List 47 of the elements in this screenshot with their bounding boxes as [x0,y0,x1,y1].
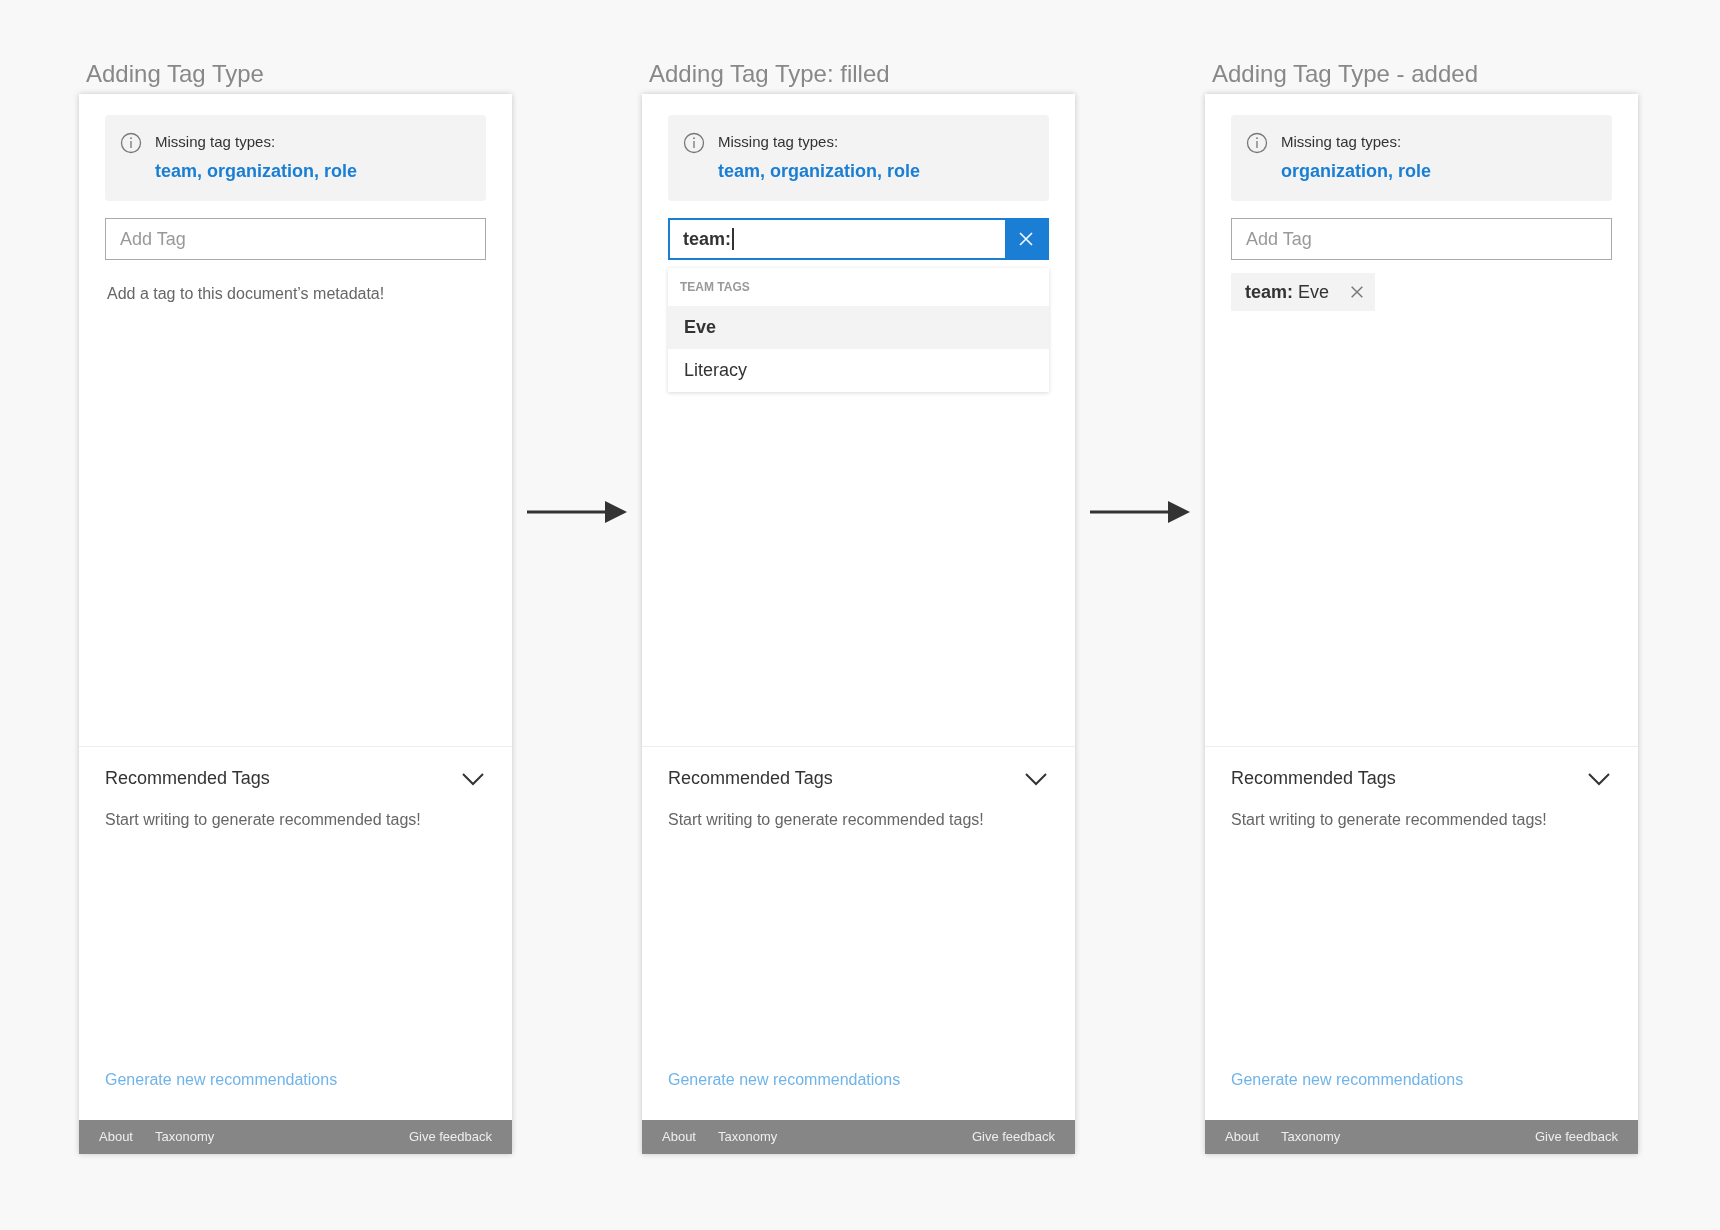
panel-title: Adding Tag Type - added [1211,59,1479,89]
info-icon [1246,132,1268,154]
chevron-down-icon [1588,771,1610,786]
helper-text: Add a tag to this document’s metadata! [106,284,386,304]
dropdown-header: TEAM TAGS [680,279,750,296]
generate-link[interactable]: Generate new recommendations [668,1071,901,1088]
missing-types-link[interactable]: team, organization, role [718,160,921,182]
chevron-down-icon [1025,771,1047,786]
info-icon [120,132,142,154]
empty-message: Start writing to generate recommended tags! [105,810,422,830]
dropdown-option[interactable]: Literacy [668,349,1049,392]
panel-title: Adding Tag Type [85,59,265,89]
remove-tag-button[interactable] [1349,284,1366,300]
section-title: Recommended Tags [1231,767,1396,790]
feedback-link[interactable]: Give feedback [971,1127,1055,1147]
collapse-toggle[interactable] [1025,771,1049,786]
notice-label: Missing tag types: [718,132,840,152]
generate-link[interactable]: Generate new recommendations [105,1071,338,1088]
info-icon [683,132,705,154]
footer-link[interactable]: Taxonomy [718,1127,778,1147]
tag-label: team: Eve [1245,280,1330,304]
empty-message: Start writing to generate recommended tags! [668,810,985,830]
collapse-toggle[interactable] [462,771,486,786]
generate-link[interactable]: Generate new recommendations [1231,1071,1464,1088]
footer-link[interactable]: About [99,1127,133,1147]
footer-link[interactable]: About [662,1127,696,1147]
notice-label: Missing tag types: [155,132,277,152]
section-title: Recommended Tags [105,767,270,790]
add-tag-field[interactable]: Add Tag [105,218,486,260]
arrow-icon [1090,500,1190,524]
panel-title: Adding Tag Type: filled [648,59,891,89]
footer-link[interactable]: Taxonomy [155,1127,215,1147]
empty-message: Start writing to generate recommended tags! [1231,810,1548,830]
missing-types-link[interactable]: team, organization, role [155,160,358,182]
arrow-icon [527,500,627,524]
close-icon [1349,284,1366,300]
feedback-link[interactable]: Give feedback [408,1127,492,1147]
footer-link[interactable]: About [1225,1127,1259,1147]
notice-label: Missing tag types: [1281,132,1403,152]
section-title: Recommended Tags [668,767,833,790]
collapse-toggle[interactable] [1588,771,1612,786]
missing-types-link[interactable]: organization, role [1281,160,1431,182]
footer-link[interactable]: Taxonomy [1281,1127,1341,1147]
feedback-link[interactable]: Give feedback [1534,1127,1618,1147]
chevron-down-icon [462,771,484,786]
add-tag-field[interactable]: Add Tag [1231,218,1612,260]
dropdown-option[interactable]: Eve [668,306,1049,349]
